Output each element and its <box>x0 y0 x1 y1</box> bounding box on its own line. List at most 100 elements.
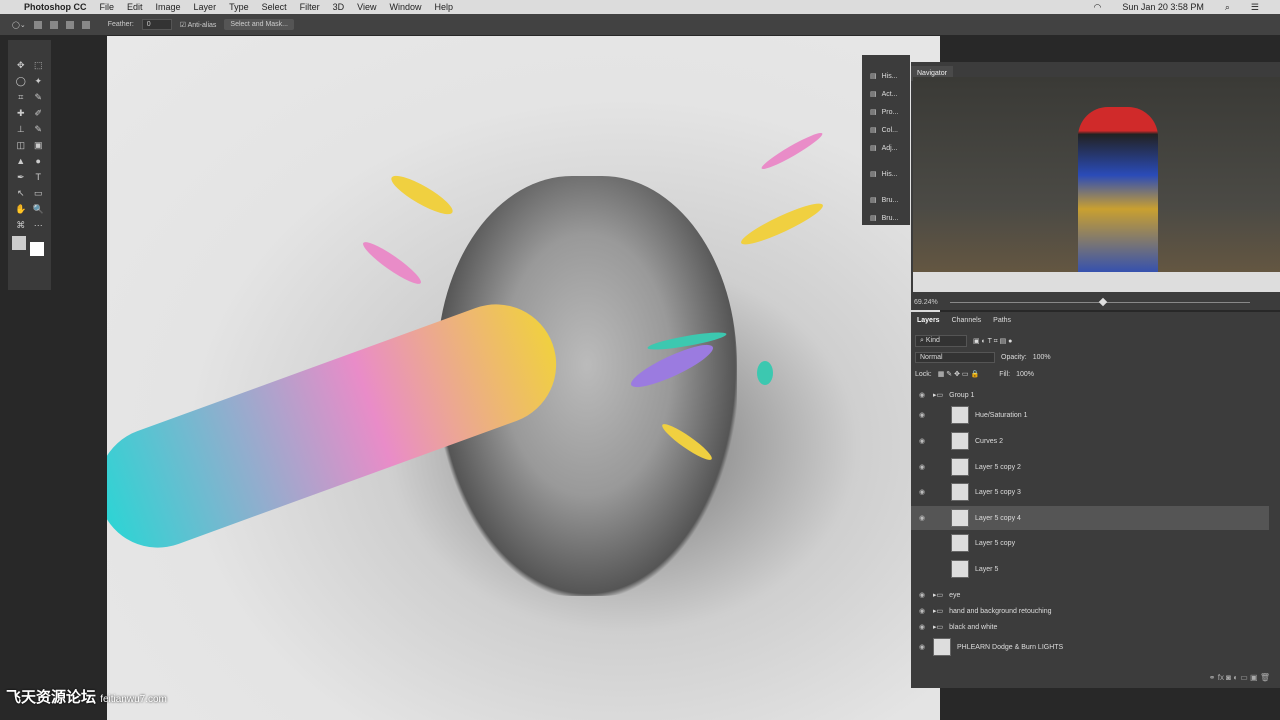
layer-row[interactable]: ◉ Layer 5 copy 3 <box>911 480 1269 504</box>
wifi-icon[interactable]: ◠ <box>1093 2 1101 13</box>
panel-button[interactable]: ▤ Bru... <box>862 209 910 227</box>
panel-button[interactable]: ▤ Pro... <box>862 103 910 121</box>
layer-row[interactable]: ◉ PHLEARN Dodge & Burn LIGHTS <box>911 638 1269 656</box>
visibility-eye-icon[interactable]: ◉ <box>917 463 927 471</box>
tool-button[interactable]: ⌘ <box>12 220 30 236</box>
layer-row[interactable]: ◉ Curves 2 <box>911 429 1269 453</box>
kind-filter[interactable]: ⌕ Kind <box>915 335 967 347</box>
menu-image[interactable]: Image <box>156 2 181 12</box>
panel-button[interactable]: ▤ Act... <box>862 85 910 103</box>
visibility-eye-icon[interactable]: ◉ <box>917 514 927 522</box>
add-selection-icon[interactable] <box>49 20 58 29</box>
layer-row[interactable]: ◉ Layer 5 copy 2 <box>911 455 1269 479</box>
layer-row[interactable]: Layer 5 <box>911 557 1269 581</box>
layer-name: eye <box>949 591 961 599</box>
tool-button[interactable]: ✒ <box>12 172 30 188</box>
tool-button[interactable]: ▭ <box>30 188 48 204</box>
zoom-level[interactable]: 69.24% <box>914 299 938 306</box>
menu-type[interactable]: Type <box>229 2 249 12</box>
zoom-slider[interactable] <box>949 297 1250 306</box>
visibility-eye-icon[interactable]: ◉ <box>917 488 927 496</box>
panel-button[interactable]: ▤ Adj... <box>862 139 910 157</box>
opacity-input[interactable]: 100% <box>1033 354 1051 361</box>
app-menu[interactable]: Photoshop CC <box>24 2 87 12</box>
layer-name: black and white <box>949 623 998 631</box>
zoom-slider-knob[interactable] <box>1098 297 1107 306</box>
menu-file[interactable]: File <box>100 2 115 12</box>
menu-help[interactable]: Help <box>434 2 453 12</box>
menu-view[interactable]: View <box>357 2 376 12</box>
tab-layers[interactable]: Layers <box>917 317 940 324</box>
tool-button[interactable]: ✦ <box>30 76 48 92</box>
tool-button[interactable]: ● <box>30 156 48 172</box>
tool-button[interactable]: ▲ <box>12 156 30 172</box>
tool-button[interactable]: ↖ <box>12 188 30 204</box>
visibility-eye-icon[interactable]: ◉ <box>917 623 927 631</box>
tool-button[interactable]: ✐ <box>30 108 48 124</box>
layer-row[interactable]: ◉ ▸▭ black and white <box>911 619 1269 635</box>
tool-button[interactable]: ⊥ <box>12 124 30 140</box>
menu-icon[interactable]: ☰ <box>1251 2 1259 13</box>
search-icon[interactable]: ⌕ <box>1225 2 1230 13</box>
folder-icon: ▸▭ <box>933 624 944 631</box>
clock[interactable]: Sun Jan 20 3:58 PM <box>1122 2 1204 12</box>
menu-layer[interactable]: Layer <box>194 2 217 12</box>
new-selection-icon[interactable] <box>33 20 42 29</box>
panel-button[interactable]: ▤ Bru... <box>862 191 910 209</box>
menu-filter[interactable]: Filter <box>300 2 320 12</box>
tool-button[interactable]: ⋯ <box>30 220 48 236</box>
tool-button[interactable]: ⌗ <box>12 92 30 108</box>
menu-select[interactable]: Select <box>262 2 287 12</box>
tool-button[interactable]: ✋ <box>12 204 30 220</box>
filter-icons[interactable]: ▣ ◐ T ⌗ ▤ ● <box>973 337 1012 346</box>
lasso-icon[interactable]: ◯⌄ <box>12 21 26 29</box>
layer-name: Hue/Saturation 1 <box>975 411 1028 419</box>
subtract-selection-icon[interactable] <box>65 20 74 29</box>
tab-paths[interactable]: Paths <box>993 317 1011 324</box>
foreground-color-swatch[interactable] <box>12 236 26 250</box>
feather-input[interactable]: 0 <box>141 19 172 30</box>
blend-mode-select[interactable]: Normal <box>915 352 995 363</box>
tool-button[interactable]: ◯ <box>12 76 30 92</box>
panel-button[interactable]: ▤ Col... <box>862 121 910 139</box>
lock-icons[interactable]: ▦ ✎ ✥ ▭ 🔒 <box>938 370 979 378</box>
visibility-eye-icon[interactable]: ◉ <box>917 643 927 651</box>
layer-row[interactable]: ◉ Hue/Saturation 1 <box>911 403 1269 427</box>
document-canvas[interactable] <box>107 36 940 720</box>
panel-button[interactable]: ▤ His... <box>862 67 910 85</box>
layer-name: PHLEARN Dodge & Burn LIGHTS <box>957 643 1064 651</box>
visibility-eye-icon[interactable]: ◉ <box>917 437 927 445</box>
tool-button[interactable]: ✎ <box>30 92 48 108</box>
menu-window[interactable]: Window <box>389 2 421 12</box>
fill-input[interactable]: 100% <box>1016 371 1034 378</box>
select-and-mask-button[interactable]: Select and Mask... <box>224 19 295 30</box>
layer-row[interactable]: ◉ Layer 5 copy 4 <box>911 506 1269 530</box>
menu-edit[interactable]: Edit <box>127 2 143 12</box>
panel-button[interactable]: ▤ His... <box>862 165 910 183</box>
tool-button[interactable]: ⬚ <box>30 60 48 76</box>
tool-button[interactable]: T <box>30 172 48 188</box>
tab-channels[interactable]: Channels <box>952 317 982 324</box>
visibility-eye-icon[interactable]: ◉ <box>917 411 927 419</box>
layer-row[interactable]: Layer 5 copy <box>911 531 1269 555</box>
panel-label: His... <box>881 170 898 178</box>
visibility-eye-icon[interactable]: ◉ <box>917 607 927 615</box>
navigator-preview[interactable] <box>913 77 1280 292</box>
layer-row[interactable]: ◉ ▸▭ hand and background retouching <box>911 603 1269 619</box>
tool-button[interactable]: ◫ <box>12 140 30 156</box>
layers-panel: Layers Channels Paths ⌕ Kind ▣ ◐ T ⌗ ▤ ● … <box>911 312 1280 688</box>
antialias-checkbox[interactable]: ☑ Anti-alias <box>180 21 217 29</box>
tool-button[interactable]: ✚ <box>12 108 30 124</box>
visibility-eye-icon[interactable]: ◉ <box>917 591 927 599</box>
menu-3d[interactable]: 3D <box>333 2 345 12</box>
tool-button[interactable]: ✎ <box>30 124 48 140</box>
tool-button[interactable]: ✥ <box>12 60 30 76</box>
intersect-selection-icon[interactable] <box>81 20 90 29</box>
layer-footer-icons[interactable]: ⚭ fx ◙ ◐ ▭ ▣ 🗑 <box>1209 673 1270 682</box>
navigator-panel: Navigator 69.24% <box>911 62 1280 310</box>
background-color-swatch[interactable] <box>29 242 44 256</box>
fill-label: Fill: <box>999 370 1011 378</box>
visibility-eye-icon[interactable]: ◉ <box>917 391 927 399</box>
tool-button[interactable]: ▣ <box>30 140 48 156</box>
tool-button[interactable]: 🔍 <box>30 204 48 220</box>
